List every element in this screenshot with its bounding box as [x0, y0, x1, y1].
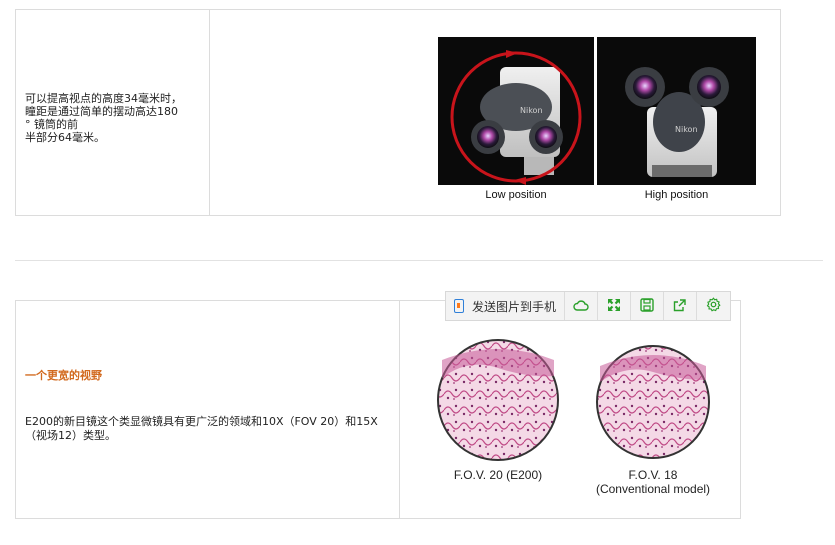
table-divider	[399, 301, 400, 518]
low-position-image: Nikon	[438, 37, 594, 185]
save-button[interactable]	[631, 292, 665, 320]
image-toolbar: 发送图片到手机	[445, 291, 731, 321]
high-position-image: Nikon	[597, 37, 756, 185]
text-line: 瞳距是通过简单的摆动高达180	[25, 105, 178, 118]
phone-icon	[454, 299, 464, 313]
svg-text:Nikon: Nikon	[675, 125, 698, 134]
cloud-button[interactable]	[565, 292, 599, 320]
fov-e200-label: F.O.V. 20 (E200)	[453, 468, 543, 482]
fullscreen-button[interactable]	[598, 292, 632, 320]
save-icon	[640, 297, 654, 316]
settings-icon	[706, 297, 721, 316]
svg-text:Nikon: Nikon	[520, 106, 543, 115]
fov-description: E200的新目镜这个类显微镜具有更广泛的领域和10X（FOV 20）和15X（视…	[25, 415, 378, 442]
share-icon	[673, 297, 687, 316]
fov-conventional-label-line1: F.O.V. 18	[628, 468, 678, 482]
section-separator	[15, 260, 823, 261]
high-position-caption: High position	[644, 189, 709, 201]
text-line: 可以提高视点的高度34毫米时，	[25, 92, 182, 105]
cloud-icon	[573, 297, 589, 316]
text-line: 半部分64毫米。	[25, 131, 105, 144]
microscope-position-photo: Nikon Nikon Low position High position	[438, 37, 756, 205]
section-heading: 一个更宽的视野	[25, 369, 102, 382]
send-to-phone-label: 发送图片到手机	[472, 299, 557, 314]
expand-icon	[607, 297, 621, 316]
fov-comparison-image: F.O.V. 20 (E200) F.O.V. 18 (Conventional…	[428, 338, 728, 500]
eyepoint-description: 可以提高视点的高度34毫米时， 瞳距是通过简单的摆动高达180 ° 镜筒的前 半…	[25, 92, 201, 144]
fov-conventional-label-line2: (Conventional model)	[595, 482, 711, 496]
share-button[interactable]	[664, 292, 698, 320]
table-divider	[209, 10, 210, 215]
fov-circles-graphic	[437, 339, 710, 461]
text-line: ° 镜筒的前	[25, 118, 78, 131]
settings-button[interactable]	[697, 292, 729, 320]
send-to-phone-button[interactable]: 发送图片到手机	[446, 292, 566, 320]
low-position-caption: Low position	[485, 189, 547, 201]
